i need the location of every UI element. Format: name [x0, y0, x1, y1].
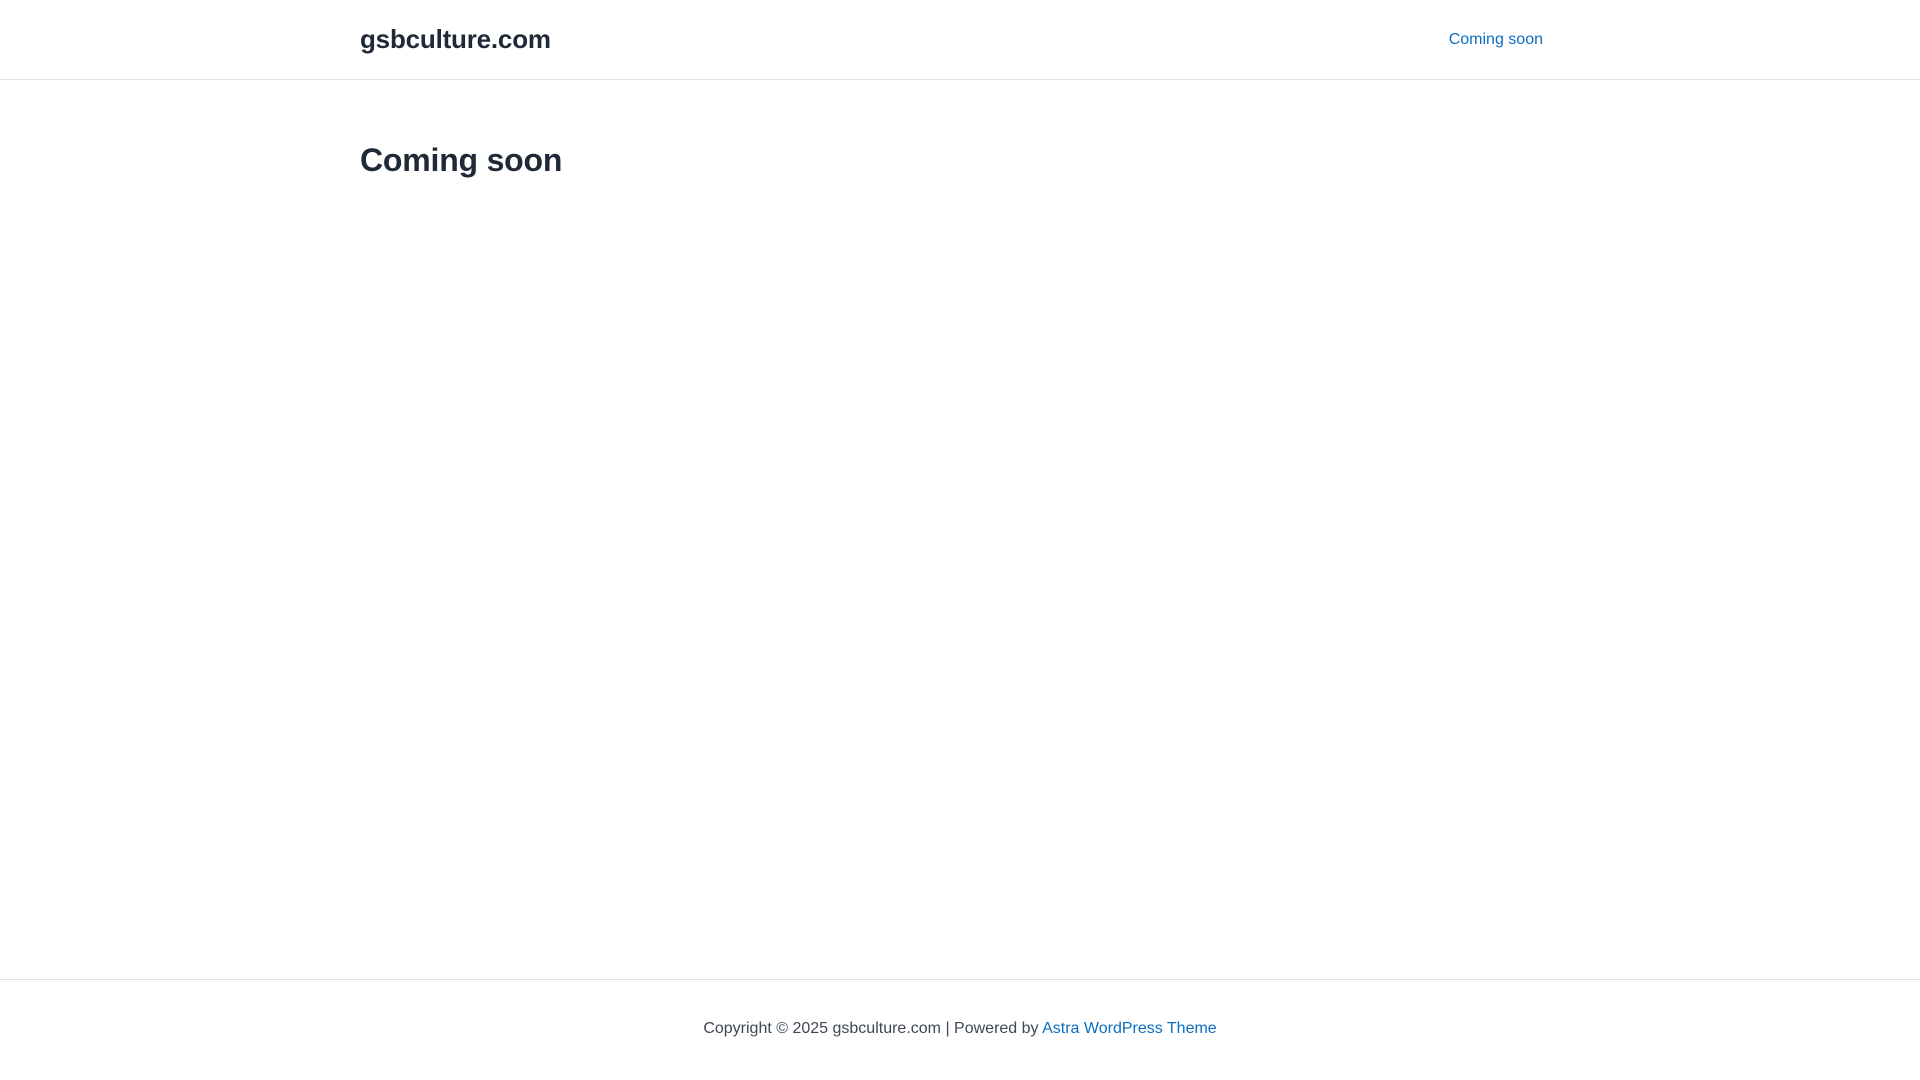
astra-theme-link[interactable]: Astra WordPress Theme [1042, 1020, 1217, 1037]
header-container: gsbculture.com Coming soon [360, 0, 1543, 79]
main-content: Coming soon [0, 80, 1920, 979]
nav-item-coming-soon[interactable]: Coming soon [1449, 31, 1543, 48]
page: gsbculture.com Coming soon Coming soon C… [0, 0, 1920, 1080]
page-title: Coming soon [360, 142, 563, 178]
site-title-link[interactable]: gsbculture.com [360, 24, 551, 55]
copyright-text: Copyright © 2025 gsbculture.com | Powere… [703, 1020, 1043, 1037]
footer-copyright: Copyright © 2025 gsbculture.com | Powere… [703, 1020, 1216, 1038]
content-container: Coming soon [360, 80, 1543, 179]
primary-nav: Coming soon [1449, 31, 1543, 49]
site-header: gsbculture.com Coming soon [0, 0, 1920, 80]
site-footer: Copyright © 2025 gsbculture.com | Powere… [0, 979, 1920, 1080]
